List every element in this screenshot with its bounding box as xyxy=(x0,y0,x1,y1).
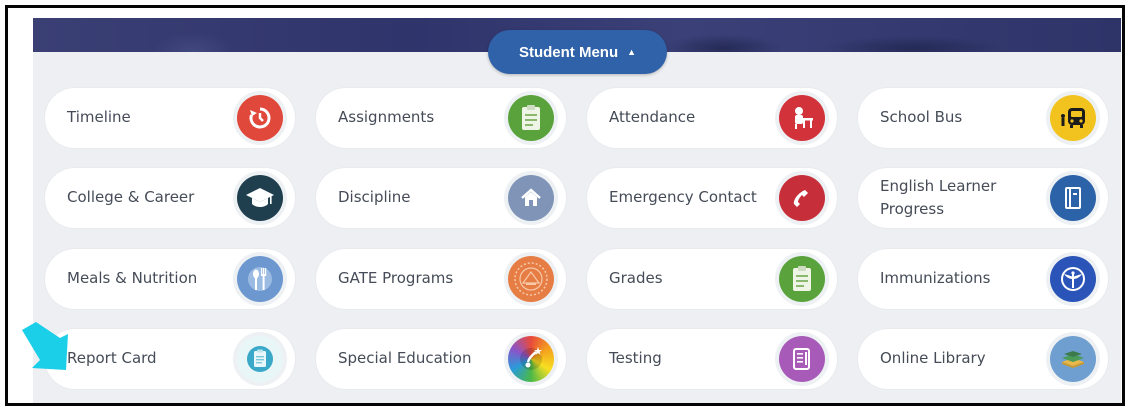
menu-tile-meals-nutrition[interactable]: Meals & Nutrition xyxy=(45,249,295,309)
tile-label: Report Card xyxy=(67,349,157,368)
menu-tile-assignments[interactable]: Assignments xyxy=(316,88,566,148)
menu-tile-attendance[interactable]: Attendance xyxy=(587,88,837,148)
pointer-arrow-icon xyxy=(22,322,68,370)
tile-label: Grades xyxy=(609,269,663,288)
tile-label: College & Career xyxy=(67,188,195,207)
menu-tile-gate-programs[interactable]: GATE Programs xyxy=(316,249,566,309)
menu-tile-school-bus[interactable]: School Bus xyxy=(858,88,1108,148)
home-icon xyxy=(508,175,554,221)
tile-label: Assignments xyxy=(338,108,435,127)
medical-icon xyxy=(1050,256,1096,302)
grades-icon xyxy=(779,256,825,302)
student-menu-label: Student Menu xyxy=(518,43,619,61)
menu-tile-english-learner-progress[interactable]: English Learner Progress xyxy=(858,168,1108,228)
graduation-cap-icon xyxy=(237,175,283,221)
tile-label: Attendance xyxy=(609,108,696,127)
menu-tile-emergency-contact[interactable]: Emergency Contact xyxy=(587,168,837,228)
books-icon xyxy=(1050,336,1096,382)
menu-tile-special-education[interactable]: Special Education xyxy=(316,329,566,389)
menu-tile-college-career[interactable]: College & Career xyxy=(45,168,295,228)
menu-tile-grades[interactable]: Grades xyxy=(587,249,837,309)
tile-label: English Learner Progress xyxy=(880,176,997,218)
seal-icon xyxy=(508,256,554,302)
timeline-icon xyxy=(237,95,283,141)
attendance-icon xyxy=(779,95,825,141)
menu-tile-timeline[interactable]: Timeline xyxy=(45,88,295,148)
tile-label: Immunizations xyxy=(880,269,991,288)
menu-tile-report-card[interactable]: Report Card xyxy=(45,329,295,389)
caret-up-icon: ▲ xyxy=(627,46,637,57)
tile-label: Emergency Contact xyxy=(609,188,757,207)
utensils-icon xyxy=(237,256,283,302)
testing-icon xyxy=(779,336,825,382)
phone-icon xyxy=(779,175,825,221)
menu-tile-discipline[interactable]: Discipline xyxy=(316,168,566,228)
special-education-icon xyxy=(508,336,554,382)
tile-label: Online Library xyxy=(880,349,986,368)
tile-label: Timeline xyxy=(67,108,131,127)
tile-label: GATE Programs xyxy=(338,269,454,288)
menu-tile-testing[interactable]: Testing xyxy=(587,329,837,389)
tile-label: Discipline xyxy=(338,188,411,207)
tile-label: Testing xyxy=(609,349,662,368)
assignments-icon xyxy=(508,95,554,141)
tile-label: School Bus xyxy=(880,108,963,127)
report-card-icon xyxy=(237,336,283,382)
student-menu-toggle-button[interactable]: Student Menu ▲ xyxy=(488,30,667,74)
tile-label: Meals & Nutrition xyxy=(67,269,198,288)
school-bus-icon xyxy=(1050,95,1096,141)
menu-tile-immunizations[interactable]: Immunizations xyxy=(858,249,1108,309)
book-icon xyxy=(1050,175,1096,221)
tile-label: Special Education xyxy=(338,349,472,368)
menu-tile-online-library[interactable]: Online Library xyxy=(858,329,1108,389)
